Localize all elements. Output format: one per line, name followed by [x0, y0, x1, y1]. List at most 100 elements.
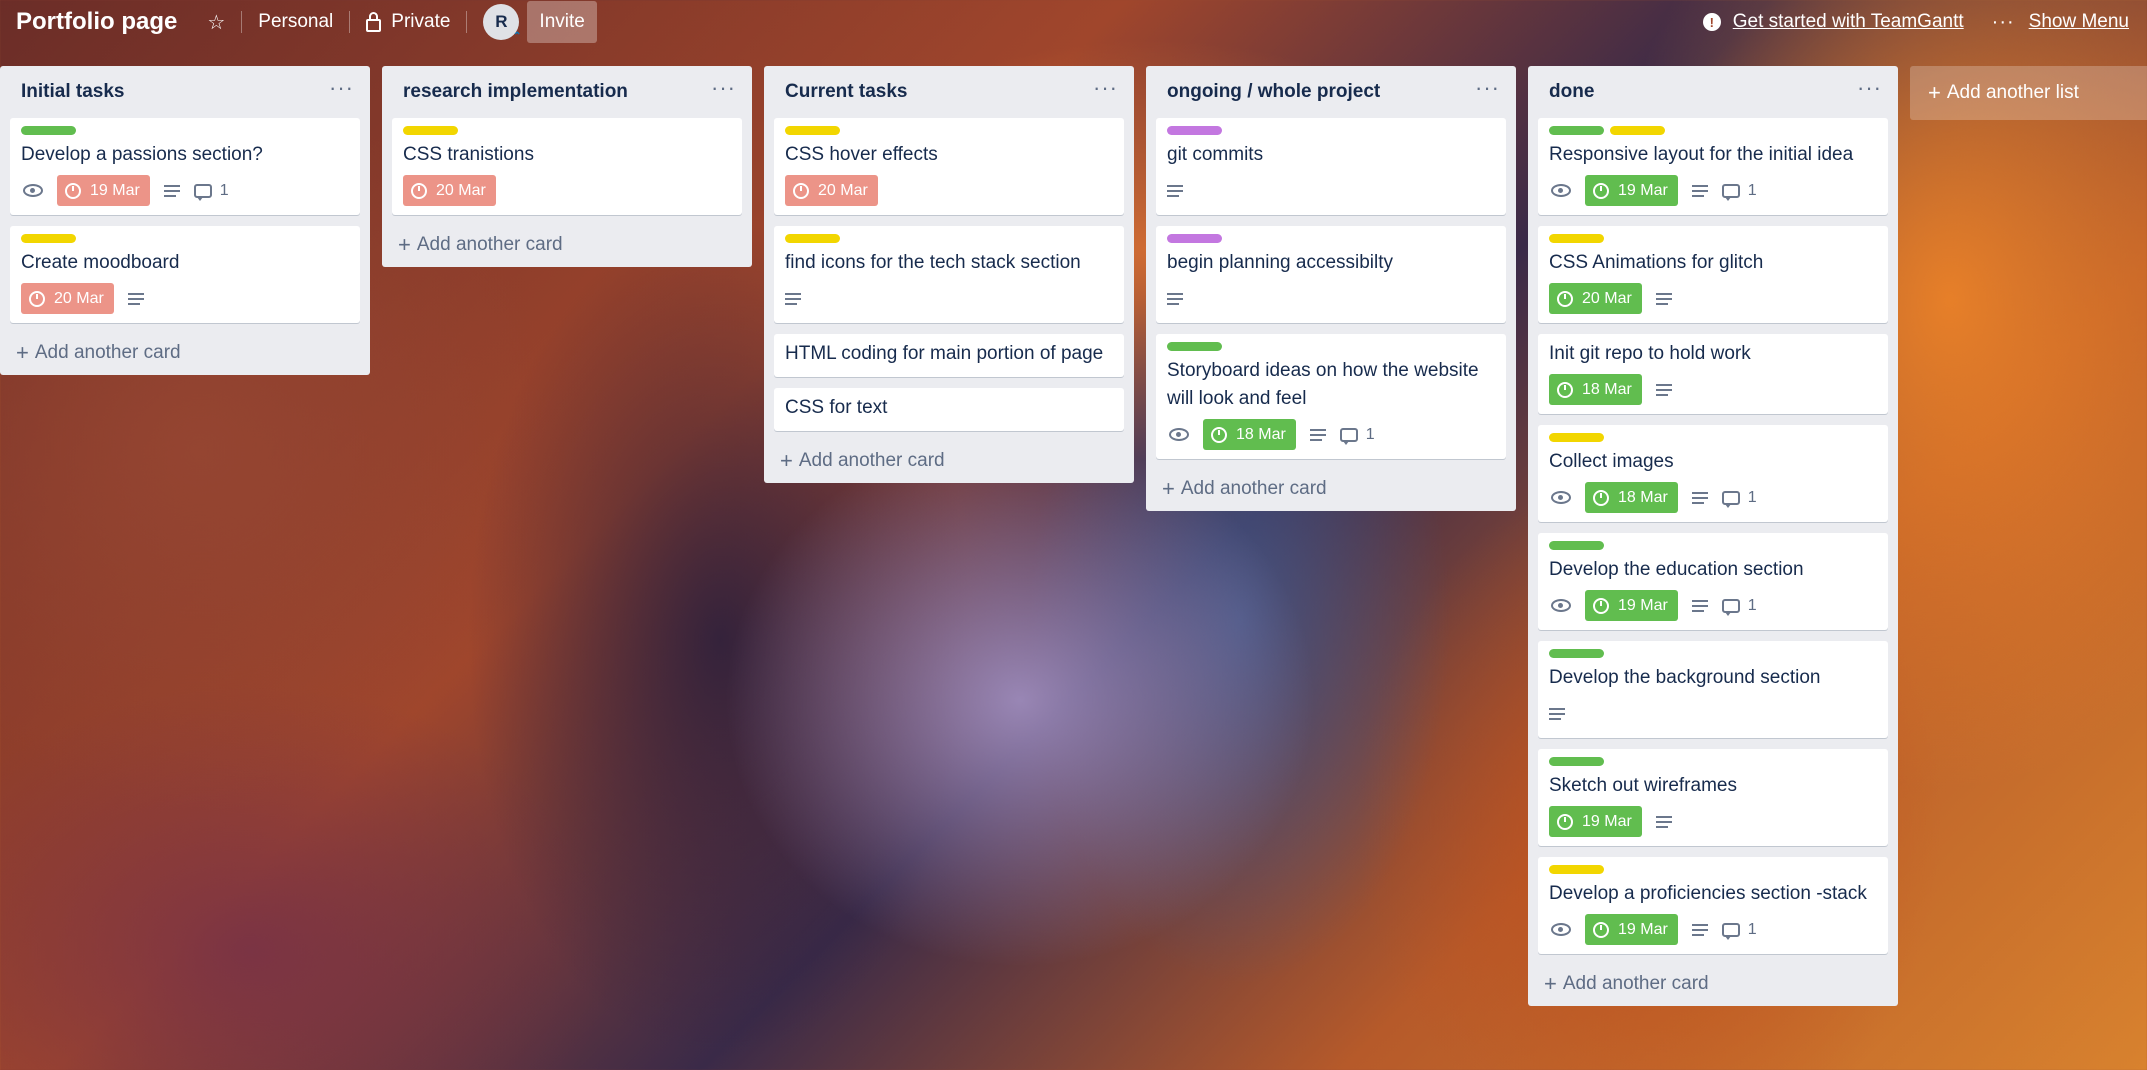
clock-icon — [1593, 182, 1609, 199]
list-title[interactable]: research implementation — [403, 81, 628, 103]
due-date-badge[interactable]: 18 Mar — [1549, 374, 1642, 405]
list-header: done ··· — [1528, 66, 1898, 118]
card[interactable]: CSS tranistions 20 Mar — [392, 118, 742, 215]
card[interactable]: Sketch out wireframes 19 Mar — [1538, 749, 1888, 846]
add-card-label: Add another card — [34, 342, 181, 363]
label-yellow[interactable] — [1549, 865, 1604, 874]
label-yellow[interactable] — [21, 234, 76, 243]
label-purple[interactable] — [1167, 126, 1222, 135]
show-menu-button[interactable]: Show Menu — [2029, 11, 2129, 33]
card[interactable]: Collect images 18 Mar 1 — [1538, 425, 1888, 522]
due-date-badge[interactable]: 19 Mar — [57, 175, 150, 206]
due-date-badge[interactable]: 18 Mar — [1585, 482, 1678, 513]
visibility-button[interactable]: Private — [354, 4, 462, 40]
clock-icon — [1593, 597, 1609, 614]
avatar[interactable]: R ⌃ — [483, 4, 521, 42]
label-yellow[interactable] — [785, 234, 840, 243]
list-title[interactable]: Current tasks — [785, 81, 908, 103]
due-date-text: 19 Mar — [1618, 181, 1668, 199]
label-yellow[interactable] — [403, 126, 458, 135]
card[interactable]: Develop a passions section? 19 Mar 1 — [10, 118, 360, 215]
add-card-button[interactable]: + Add another card — [1528, 962, 1898, 1006]
card-title: Collect images — [1549, 451, 1674, 472]
watch-icon — [1169, 428, 1189, 441]
label-purple[interactable] — [1167, 234, 1222, 243]
comment-count: 1 — [1747, 596, 1757, 614]
list-title[interactable]: done — [1549, 81, 1594, 103]
card-list: Responsive layout for the initial idea 19… — [1528, 118, 1898, 954]
add-card-button[interactable]: + Add another card — [382, 223, 752, 267]
card[interactable]: CSS for text — [774, 388, 1124, 431]
card[interactable]: HTML coding for main portion of page — [774, 334, 1124, 377]
label-yellow[interactable] — [785, 126, 840, 135]
card-title: HTML coding for main portion of page — [785, 343, 1104, 364]
label-yellow[interactable] — [1549, 234, 1604, 243]
add-card-button[interactable]: + Add another card — [1146, 467, 1516, 511]
card[interactable]: find icons for the tech stack section — [774, 226, 1124, 323]
card-list: Develop a passions section? 19 Mar 1 Create… — [0, 118, 370, 323]
due-date-badge[interactable]: 19 Mar — [1585, 175, 1678, 206]
card[interactable]: Create moodboard 20 Mar — [10, 226, 360, 323]
card[interactable]: Develop the education section 19 Mar 1 — [1538, 533, 1888, 630]
plus-icon: + — [398, 232, 411, 257]
list-menu-icon[interactable]: ··· — [329, 77, 354, 107]
due-date-badge[interactable]: 20 Mar — [785, 175, 878, 206]
card-title: CSS Animations for glitch — [1549, 252, 1764, 273]
card-badges: 20 Mar — [21, 283, 349, 314]
card-list: CSS tranistions 20 Mar — [382, 118, 752, 215]
label-green[interactable] — [1549, 649, 1604, 658]
card-badges: 19 Mar 1 — [1549, 175, 1877, 206]
card[interactable]: Develop the background section — [1538, 641, 1888, 738]
add-card-button[interactable]: + Add another card — [0, 331, 370, 375]
comment-count: 1 — [1747, 920, 1757, 938]
clock-icon — [1557, 813, 1573, 830]
label-yellow[interactable] — [1549, 433, 1604, 442]
label-yellow[interactable] — [1610, 126, 1665, 135]
card[interactable]: CSS hover effects 20 Mar — [774, 118, 1124, 215]
team-button[interactable]: Personal — [246, 4, 345, 40]
list-menu-icon[interactable]: ··· — [1475, 77, 1500, 107]
card[interactable]: begin planning accessibilty — [1156, 226, 1506, 323]
invite-button[interactable]: Invite — [527, 1, 597, 43]
card-badges: 19 Mar 1 — [1549, 914, 1877, 945]
description-icon — [1655, 383, 1672, 396]
clock-icon — [411, 182, 427, 199]
label-green[interactable] — [21, 126, 76, 135]
due-date-badge[interactable]: 18 Mar — [1203, 419, 1296, 450]
due-date-badge[interactable]: 19 Mar — [1549, 806, 1642, 837]
due-date-text: 19 Mar — [1618, 596, 1668, 614]
list-menu-icon[interactable]: ··· — [1093, 77, 1118, 107]
due-date-badge[interactable]: 19 Mar — [1585, 914, 1678, 945]
list-title[interactable]: ongoing / whole project — [1167, 81, 1380, 103]
star-button[interactable]: ☆ — [195, 4, 237, 40]
due-date-badge[interactable]: 19 Mar — [1585, 590, 1678, 621]
add-list-button[interactable]: + Add another list — [1910, 66, 2147, 120]
card[interactable]: git commits — [1156, 118, 1506, 215]
teamgantt-link[interactable]: Get started with TeamGantt — [1733, 11, 1964, 33]
card-title: git commits — [1167, 144, 1264, 165]
watch-icon — [1551, 599, 1571, 612]
list-menu-icon[interactable]: ··· — [1857, 77, 1882, 107]
due-date-badge[interactable]: 20 Mar — [1549, 283, 1642, 314]
board-title[interactable]: Portfolio page — [16, 8, 177, 36]
card[interactable]: Responsive layout for the initial idea 19… — [1538, 118, 1888, 215]
label-green[interactable] — [1167, 342, 1222, 351]
card-labels — [403, 126, 731, 135]
card[interactable]: Develop a proficiencies section -stack 19… — [1538, 857, 1888, 954]
description-icon — [1167, 292, 1183, 305]
due-date-badge[interactable]: 20 Mar — [21, 283, 114, 314]
label-green[interactable] — [1549, 757, 1604, 766]
card-badges — [1167, 175, 1495, 206]
due-date-badge[interactable]: 20 Mar — [403, 175, 496, 206]
card[interactable]: Init git repo to hold work 18 Mar — [1538, 334, 1888, 414]
label-green[interactable] — [1549, 126, 1604, 135]
list-menu-icon[interactable]: ··· — [711, 77, 736, 107]
description-icon — [1691, 491, 1708, 504]
more-icon[interactable]: ··· — [1992, 11, 2015, 34]
card[interactable]: CSS Animations for glitch 20 Mar — [1538, 226, 1888, 323]
card-badges: 19 Mar 1 — [21, 175, 349, 206]
label-green[interactable] — [1549, 541, 1604, 550]
add-card-button[interactable]: + Add another card — [764, 439, 1134, 483]
list-title[interactable]: Initial tasks — [21, 81, 125, 103]
card[interactable]: Storyboard ideas on how the website will… — [1156, 334, 1506, 459]
